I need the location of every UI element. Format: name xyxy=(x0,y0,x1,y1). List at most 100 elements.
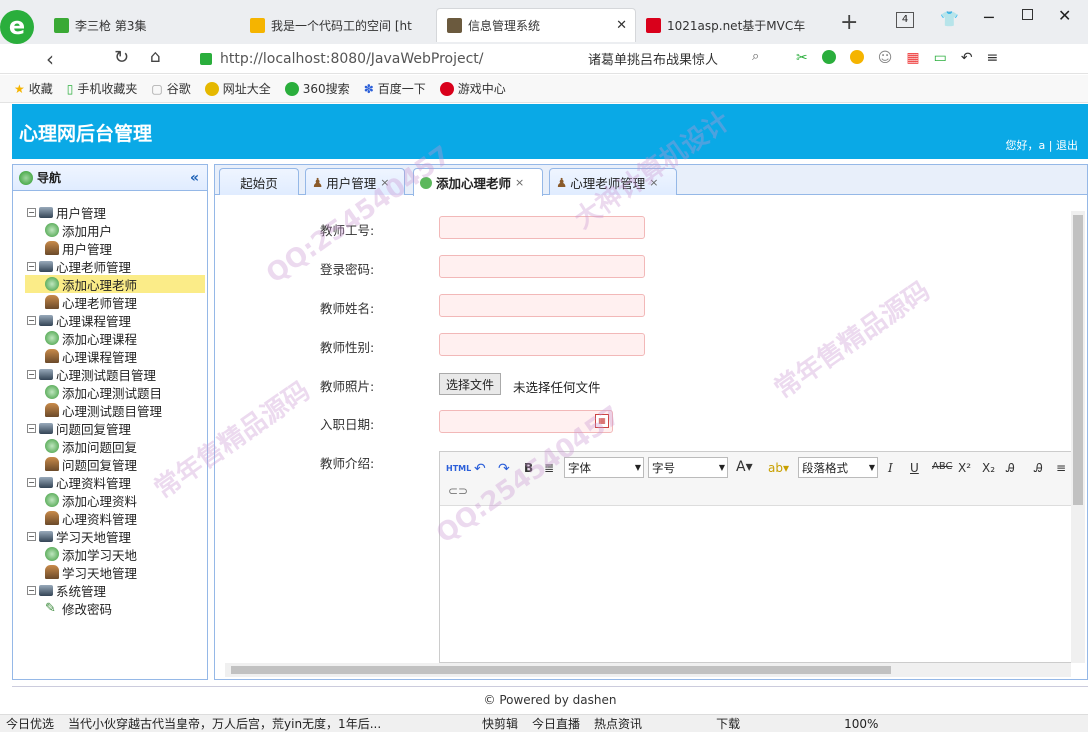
bookmark-360[interactable]: 360搜索 xyxy=(284,80,350,97)
collapse-icon[interactable]: « xyxy=(190,170,199,186)
calendar-icon[interactable]: ▦ xyxy=(595,414,609,428)
close-tab-icon[interactable]: ✕ xyxy=(616,18,627,33)
gender-input[interactable] xyxy=(439,333,645,356)
tree-item[interactable]: 心理老师管理 xyxy=(25,293,205,311)
tree-group[interactable]: − 心理老师管理 xyxy=(25,257,205,275)
tree-item[interactable]: 添加心理资料 xyxy=(25,491,205,509)
subscript-icon[interactable]: X₂ xyxy=(982,461,995,475)
status-item[interactable]: 今日优选 xyxy=(6,715,54,732)
search-box[interactable]: 诸葛单挑吕布战果惊人 xyxy=(588,49,768,68)
collapse-toggle-icon[interactable]: − xyxy=(27,531,36,541)
tree-item[interactable]: 添加问题回复 xyxy=(25,437,205,455)
browser-tab-1[interactable]: 李三枪 第3集 xyxy=(44,8,240,42)
superscript-icon[interactable]: X² xyxy=(958,461,971,475)
tab-home[interactable]: 起始页 xyxy=(219,168,299,195)
close-tab-icon[interactable]: × xyxy=(649,176,658,189)
tree-item[interactable]: 学习天地管理 xyxy=(25,563,205,581)
highlight-icon[interactable]: ab▾ xyxy=(768,461,789,475)
horizontal-scrollbar[interactable] xyxy=(225,663,1071,677)
collapse-toggle-icon[interactable]: − xyxy=(27,261,36,271)
font-family-select[interactable]: 字体 ▼ xyxy=(564,457,644,478)
search-icon[interactable]: ⌕ xyxy=(752,49,759,64)
reload-icon[interactable]: ↻ xyxy=(114,47,129,68)
back-icon[interactable]: ‹ xyxy=(46,47,54,71)
html-source-button[interactable]: HTML xyxy=(446,464,471,473)
tree-item[interactable]: 添加心理老师 xyxy=(25,275,205,293)
status-item[interactable]: 热点资讯 xyxy=(594,715,642,732)
teacher-name-input[interactable] xyxy=(439,294,645,317)
status-item[interactable]: 今日直播 xyxy=(532,715,580,732)
align-icon[interactable]: ≡ xyxy=(1056,461,1066,475)
home-icon[interactable]: ⌂ xyxy=(150,47,161,67)
tree-item[interactable]: 添加学习天地 xyxy=(25,545,205,563)
menu-icon[interactable]: ≡ xyxy=(987,50,999,66)
scroll-thumb[interactable] xyxy=(1073,215,1083,505)
tree-item[interactable]: 添加用户 xyxy=(25,221,205,239)
browser-tab-2[interactable]: 我是一个代码工的空间 [ht xyxy=(240,8,436,42)
hire-date-input[interactable]: ▦ xyxy=(439,410,613,433)
logout-link[interactable]: 退出 xyxy=(1056,139,1078,152)
tree-group[interactable]: − 用户管理 xyxy=(25,203,205,221)
zoom-level[interactable]: 100% xyxy=(844,717,878,731)
font-color-icon[interactable]: A▾ xyxy=(736,459,753,475)
bookmark-baidu[interactable]: ✽ 百度一下 xyxy=(364,80,426,97)
font-size-select[interactable]: 字号 ▼ xyxy=(648,457,728,478)
password-input[interactable] xyxy=(439,255,645,278)
choose-file-button[interactable]: 选择文件 xyxy=(439,373,502,395)
strikethrough-icon[interactable]: ABC xyxy=(932,461,953,472)
format-icon[interactable]: ≣ xyxy=(544,461,554,475)
undo-icon[interactable]: ↶ xyxy=(474,461,486,477)
undo-icon[interactable]: ↶ xyxy=(961,50,973,66)
browser-tab-4[interactable]: 1021asp.net基于MVC车 xyxy=(636,8,832,42)
collapse-toggle-icon[interactable]: − xyxy=(27,369,36,379)
tree-item[interactable]: 心理测试题目管理 xyxy=(25,401,205,419)
tree-item[interactable]: 心理课程管理 xyxy=(25,347,205,365)
bold-icon[interactable]: B xyxy=(524,461,533,475)
extensions-icons[interactable]: ✂ ☺ ▦ ▭ ↶ ≡ xyxy=(796,50,998,66)
clear-format-icon[interactable]: Ꭿ xyxy=(1006,461,1015,476)
vertical-scrollbar[interactable] xyxy=(1071,211,1085,663)
tab-count-badge[interactable]: 4 xyxy=(896,12,914,28)
collapse-toggle-icon[interactable]: − xyxy=(27,585,36,595)
coupon-icon[interactable] xyxy=(849,50,864,64)
address-bar[interactable]: http://localhost:8080/JavaWebProject/ xyxy=(200,47,572,71)
new-tab-button[interactable]: + xyxy=(840,10,858,35)
translate-icon[interactable] xyxy=(821,50,836,64)
tree-item[interactable]: ✎ 修改密码 xyxy=(25,599,205,617)
collapse-toggle-icon[interactable]: − xyxy=(27,315,36,325)
bookmark-mobile[interactable]: ▯ 手机收藏夹 xyxy=(67,80,138,97)
collapse-toggle-icon[interactable]: − xyxy=(27,477,36,487)
battery-icon[interactable]: ▭ xyxy=(934,50,947,66)
tree-group[interactable]: − 心理资料管理 xyxy=(25,473,205,491)
tree-item[interactable]: 添加心理课程 xyxy=(25,329,205,347)
game-icon[interactable]: ☺ xyxy=(878,50,893,66)
tree-item[interactable]: 问题回复管理 xyxy=(25,455,205,473)
tab-user-manage[interactable]: ♟ 用户管理 × xyxy=(305,168,405,195)
news-ticker[interactable]: 当代小伙穿越古代当皇帝，万人后宫，荒yin无度，1年后... xyxy=(68,715,398,732)
collapse-toggle-icon[interactable]: − xyxy=(27,423,36,433)
link-icon[interactable]: ⊂⊃ xyxy=(448,484,468,498)
status-item[interactable]: 下载 xyxy=(716,715,740,732)
bookmark-favorites[interactable]: ★ 收藏 xyxy=(14,80,53,97)
scroll-thumb[interactable] xyxy=(231,666,891,674)
minimize-icon[interactable]: ─ xyxy=(984,8,994,27)
teacher-id-input[interactable] xyxy=(439,216,645,239)
tab-add-teacher[interactable]: 添加心理老师 × xyxy=(413,168,543,196)
tab-teacher-manage[interactable]: ♟ 心理老师管理 × xyxy=(549,168,677,195)
italic-icon[interactable]: I xyxy=(888,461,893,475)
underline-icon[interactable]: U xyxy=(910,461,919,475)
maximize-icon[interactable] xyxy=(1022,9,1033,20)
bookmark-directory[interactable]: 网址大全 xyxy=(204,80,271,97)
collapse-toggle-icon[interactable]: − xyxy=(27,207,36,217)
tree-group[interactable]: − 心理测试题目管理 xyxy=(25,365,205,383)
tree-item[interactable]: 用户管理 xyxy=(25,239,205,257)
browser-logo-icon[interactable]: e xyxy=(0,10,34,44)
tree-group[interactable]: − 问题回复管理 xyxy=(25,419,205,437)
close-tab-icon[interactable]: × xyxy=(380,176,389,189)
tree-group[interactable]: − 系统管理 xyxy=(25,581,205,599)
bookmark-games[interactable]: 游戏中心 xyxy=(439,80,506,97)
tree-group[interactable]: − 心理课程管理 xyxy=(25,311,205,329)
status-item[interactable]: 快剪辑 xyxy=(482,715,518,732)
shirt-icon[interactable]: 👕 xyxy=(940,10,959,28)
redo-icon[interactable]: ↷ xyxy=(498,461,510,477)
